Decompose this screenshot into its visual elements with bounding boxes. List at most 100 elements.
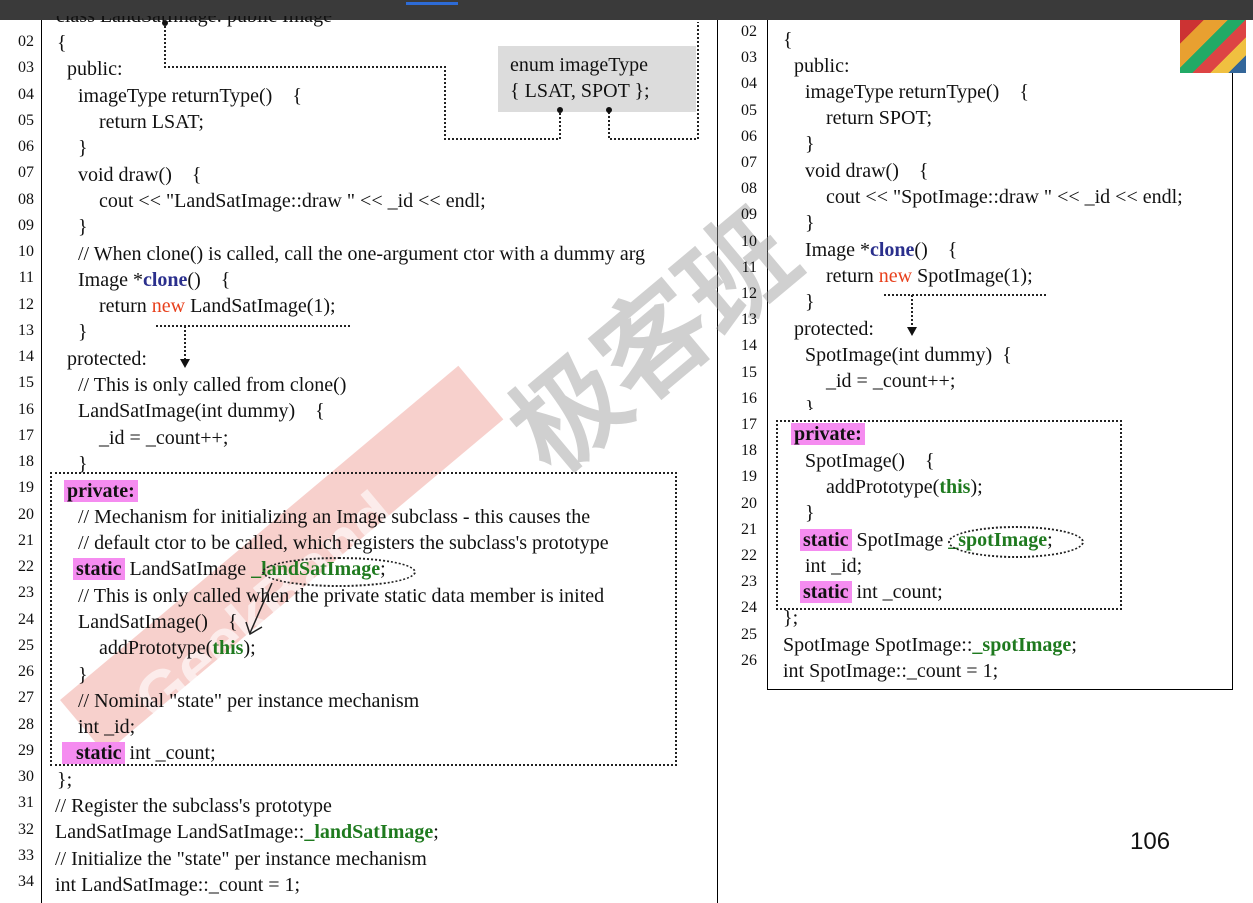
code-line: protected:	[67, 348, 147, 370]
new-keyword: new	[878, 265, 913, 287]
line-number: 24	[741, 599, 757, 617]
line-number: 13	[741, 311, 757, 329]
right-gutter-line	[767, 20, 768, 690]
code-line: imageType returnType() {	[805, 81, 1029, 103]
code-line: _id = _count++;	[99, 427, 229, 449]
code-line: // This is only called from clone()	[78, 374, 347, 396]
line-number: 13	[18, 321, 34, 339]
private-section-box-right	[776, 420, 1122, 610]
line-number: 05	[741, 101, 757, 119]
line-number: 20	[741, 494, 757, 512]
private-section-box-left	[50, 472, 677, 766]
line-number: 07	[18, 164, 34, 182]
line-number: 19	[18, 479, 34, 497]
code-line: public:	[794, 55, 850, 77]
code-line: cout << "LandSatImage::draw " << _id << …	[99, 190, 486, 212]
code-line: }	[78, 216, 88, 238]
line-number: 26	[741, 651, 757, 669]
code-line: public:	[67, 58, 123, 80]
line-number: 04	[18, 85, 34, 103]
code-line: }	[805, 133, 815, 155]
code-line: SpotImage SpotImage::_spotImage;	[783, 633, 1077, 657]
code-text: LandSatImage LandSatImage::	[55, 821, 305, 843]
code-line: int LandSatImage::_count = 1;	[55, 874, 301, 896]
line-number: 17	[18, 426, 34, 444]
code-text: return	[826, 265, 879, 287]
code-line: return new LandSatImage(1);	[99, 294, 336, 318]
code-line: protected:	[794, 318, 874, 340]
line-number: 09	[741, 206, 757, 224]
center-divider	[717, 20, 718, 903]
code-line: return SPOT;	[826, 107, 933, 129]
line-number: 02	[18, 33, 34, 50]
line-number: 06	[741, 127, 757, 145]
line-number: 15	[18, 374, 34, 392]
code-line: cout << "SpotImage::draw " << _id << end…	[826, 186, 1183, 208]
landsat-image-ellipse	[262, 557, 416, 587]
code-text: LandSatImage(1);	[185, 295, 336, 317]
code-line: {	[57, 32, 67, 54]
code-line: void draw() {	[805, 160, 929, 182]
landsat-image-member: _landSatImage	[304, 821, 434, 843]
line-number: 18	[18, 453, 34, 470]
watermark-chinese: 极客班	[488, 190, 821, 497]
line-number: 26	[18, 663, 34, 680]
line-number: 16	[18, 400, 34, 418]
line-number: 23	[741, 573, 757, 591]
line-number: 25	[741, 625, 757, 643]
line-number: 22	[741, 547, 757, 564]
line-number: 04	[741, 75, 757, 93]
code-text: () {	[914, 239, 958, 261]
line-number: 09	[18, 216, 34, 234]
code-line: int SpotImage::_count = 1;	[783, 660, 999, 682]
code-text: ;	[433, 821, 439, 843]
line-number: 24	[18, 610, 34, 628]
line-number: 08	[741, 180, 757, 198]
enum-line-1: enum imageType	[510, 54, 648, 76]
line-number: 08	[18, 190, 34, 208]
line-number: 11	[18, 269, 34, 287]
line-number: 28	[18, 715, 34, 733]
code-text: SpotImage(1);	[912, 265, 1033, 287]
line-number: 29	[18, 741, 34, 759]
code-line: // When clone() is called, call the one-…	[78, 243, 646, 265]
code-line: LandSatImage(int dummy) {	[78, 400, 325, 422]
page-number: 106	[1130, 828, 1171, 855]
line-number: 12	[741, 285, 757, 302]
spot-image-member: _spotImage	[972, 634, 1072, 656]
line-number: 02	[741, 23, 757, 40]
enum-box: enum imageType { LSAT, SPOT };	[498, 46, 696, 112]
line-number: 21	[741, 520, 757, 538]
code-line: }	[78, 137, 88, 159]
spot-image-ellipse	[948, 526, 1084, 558]
right-box-bottom	[767, 689, 1233, 690]
code-text: Image *	[78, 269, 143, 291]
code-line: {	[783, 29, 793, 51]
code-text: ;	[1071, 634, 1077, 656]
slide-thumbnail[interactable]	[1180, 20, 1246, 73]
active-tab-indicator[interactable]	[406, 2, 458, 5]
code-text: SpotImage SpotImage::	[783, 634, 973, 656]
line-number: 25	[18, 636, 34, 654]
code-line: return LSAT;	[99, 111, 204, 133]
line-number: 31	[18, 794, 34, 812]
line-number: 14	[18, 348, 34, 365]
line-number: 12	[18, 295, 34, 313]
line-number: 03	[18, 59, 34, 77]
new-keyword: new	[151, 295, 186, 317]
line-number: 16	[741, 389, 757, 407]
line-number: 15	[741, 363, 757, 381]
line-number: 05	[18, 111, 34, 129]
code-text: () {	[187, 269, 231, 291]
line-number: 23	[18, 584, 34, 602]
code-line: return new SpotImage(1);	[826, 264, 1033, 288]
right-box-right-edge	[1232, 20, 1233, 690]
code-line: LandSatImage LandSatImage::_landSatImage…	[55, 820, 439, 844]
line-number: 19	[741, 468, 757, 486]
code-line: }	[805, 397, 815, 419]
left-gutter-line	[41, 20, 42, 903]
line-number: 27	[18, 689, 34, 707]
code-line: imageType returnType() {	[78, 85, 302, 107]
code-line: }	[805, 212, 815, 234]
line-number: 10	[741, 232, 757, 250]
